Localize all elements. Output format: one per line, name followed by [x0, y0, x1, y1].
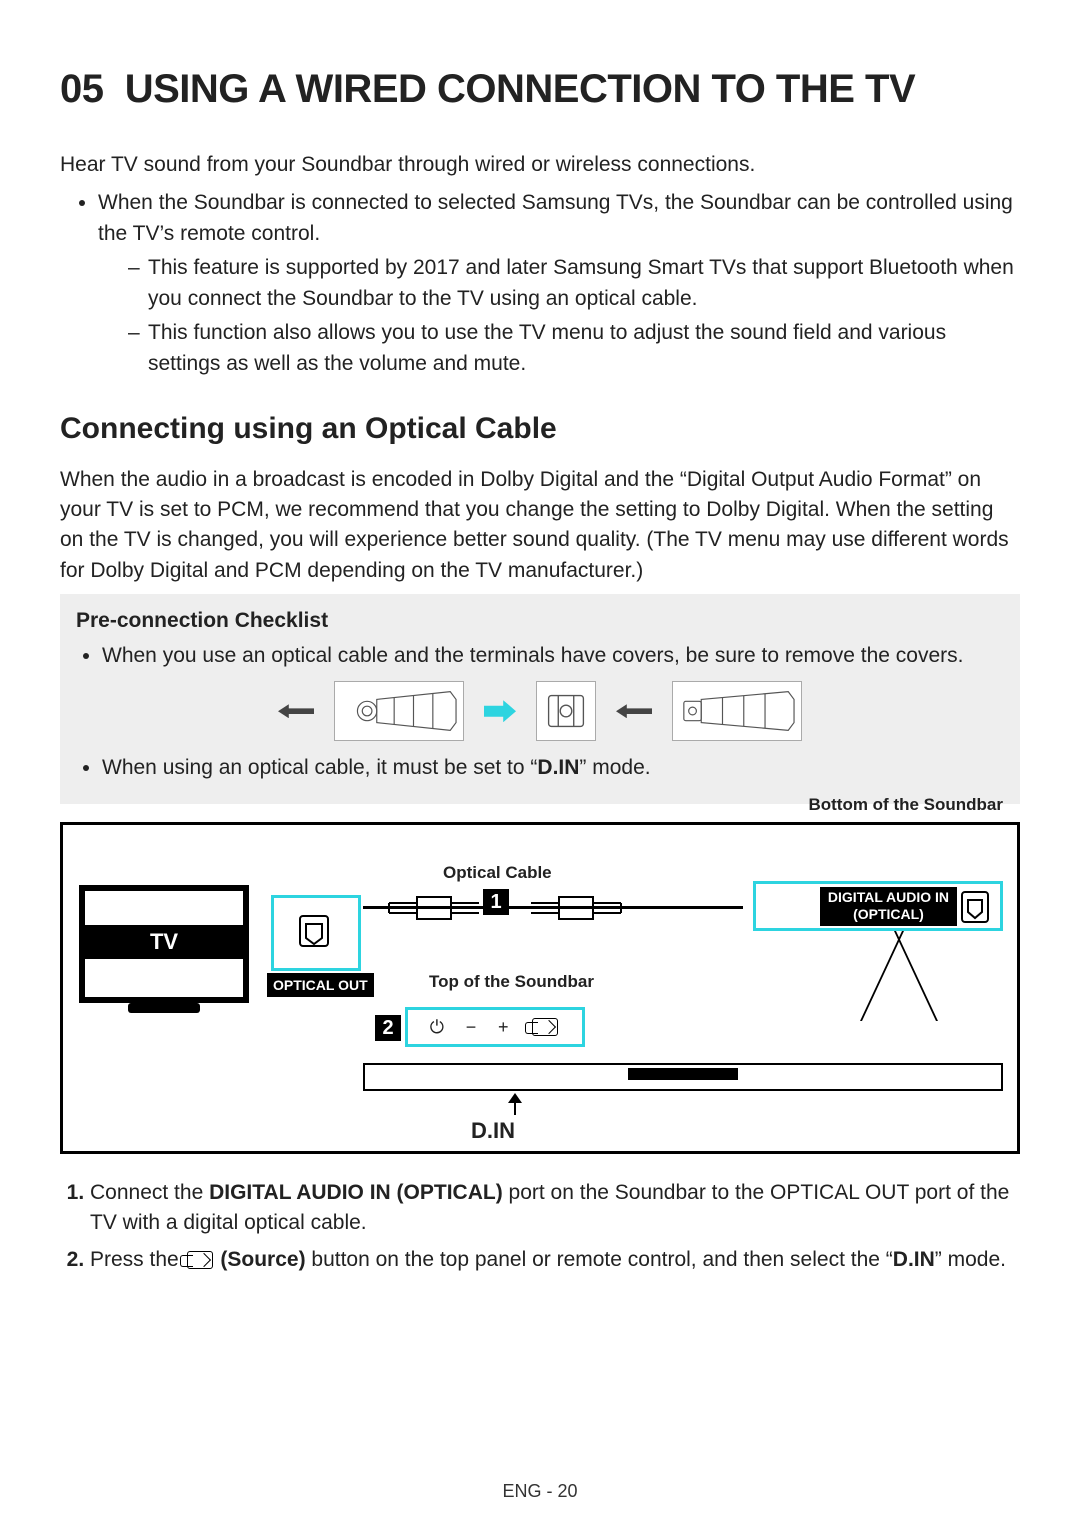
subsection-heading: Connecting using an Optical Cable	[60, 407, 1020, 451]
text: When using an optical cable, it must be …	[102, 756, 537, 779]
section-number: 05	[60, 67, 104, 111]
checklist-title: Pre-connection Checklist	[76, 606, 1004, 636]
bold-text: D.IN	[537, 756, 579, 779]
intro-text: Hear TV sound from your Soundbar through…	[60, 150, 1020, 180]
tv-stand-icon	[128, 1003, 200, 1013]
cable-jack-icon	[367, 893, 487, 923]
digital-audio-in-label: DIGITAL AUDIO IN (OPTICAL)	[820, 887, 957, 926]
bottom-of-soundbar-label: Bottom of the Soundbar	[808, 793, 1003, 818]
soundbar-top-panel: ⏻ − +	[405, 1007, 585, 1047]
arrow-left-icon	[616, 704, 652, 718]
paragraph: When the audio in a broadcast is encoded…	[60, 465, 1020, 587]
minus-icon: −	[466, 1014, 477, 1040]
section-title: USING A WIRED CONNECTION TO THE TV	[125, 67, 915, 111]
section-heading: 05 USING A WIRED CONNECTION TO THE TV	[60, 60, 1020, 118]
soundbar-display-icon	[628, 1068, 738, 1080]
step-2-marker: 2	[375, 1015, 401, 1041]
sub-bullet: This feature is supported by 2017 and la…	[128, 253, 1020, 314]
optical-cable-label: Optical Cable	[443, 861, 552, 886]
text: ” mode.	[935, 1248, 1006, 1271]
checklist-box: Pre-connection Checklist When you use an…	[60, 594, 1020, 803]
power-icon: ⏻	[430, 1014, 444, 1040]
cover-removed-icon	[536, 681, 596, 741]
callout-line	[894, 931, 938, 1021]
din-label: D.IN	[471, 1115, 515, 1147]
bullet-text: When the Soundbar is connected to select…	[98, 191, 1013, 244]
step-item: Press the (Source) button on the top pan…	[90, 1245, 1020, 1275]
sub-bullet: This function also allows you to use the…	[128, 318, 1020, 379]
text: (OPTICAL)	[853, 906, 924, 922]
port-icon	[958, 886, 994, 930]
connector-without-cover-icon	[672, 681, 802, 741]
top-of-soundbar-label: Top of the Soundbar	[429, 970, 594, 995]
text: ” mode.	[579, 756, 650, 779]
soundbar-icon	[363, 1063, 1003, 1091]
text: Press the	[90, 1248, 185, 1271]
connection-diagram: Bottom of the Soundbar TV OPTICAL OUT Op…	[60, 822, 1020, 1154]
tv-label: TV	[79, 925, 249, 959]
step-item: Connect the DIGITAL AUDIO IN (OPTICAL) p…	[90, 1178, 1020, 1239]
bold-text: DIGITAL AUDIO IN (OPTICAL)	[209, 1181, 503, 1204]
step-1-marker: 1	[483, 889, 509, 915]
source-icon	[187, 1251, 213, 1269]
port-icon	[298, 910, 338, 954]
text: button on the top panel or remote contro…	[306, 1248, 893, 1271]
arrow-right-icon	[484, 700, 516, 722]
text: Connect the	[90, 1181, 209, 1204]
optical-out-port	[271, 895, 361, 971]
connector-cover-illustration	[76, 681, 1004, 741]
optical-out-label: OPTICAL OUT	[267, 973, 374, 997]
cable-jack-icon	[523, 893, 643, 923]
bold-text: D.IN	[893, 1248, 935, 1271]
text: DIGITAL AUDIO IN	[828, 889, 949, 905]
callout-line	[860, 931, 904, 1021]
arrow-left-icon	[278, 704, 314, 718]
checklist-item: When using an optical cable, it must be …	[102, 753, 1004, 783]
plus-icon: +	[498, 1014, 509, 1040]
bold-text: (Source)	[215, 1248, 306, 1271]
source-icon	[532, 1018, 558, 1036]
page-footer: ENG - 20	[0, 1478, 1080, 1504]
checklist-item: When you use an optical cable and the te…	[102, 641, 1004, 671]
connector-with-cover-icon	[334, 681, 464, 741]
arrow-stem	[514, 1101, 516, 1115]
bullet-item: When the Soundbar is connected to select…	[98, 188, 1020, 379]
